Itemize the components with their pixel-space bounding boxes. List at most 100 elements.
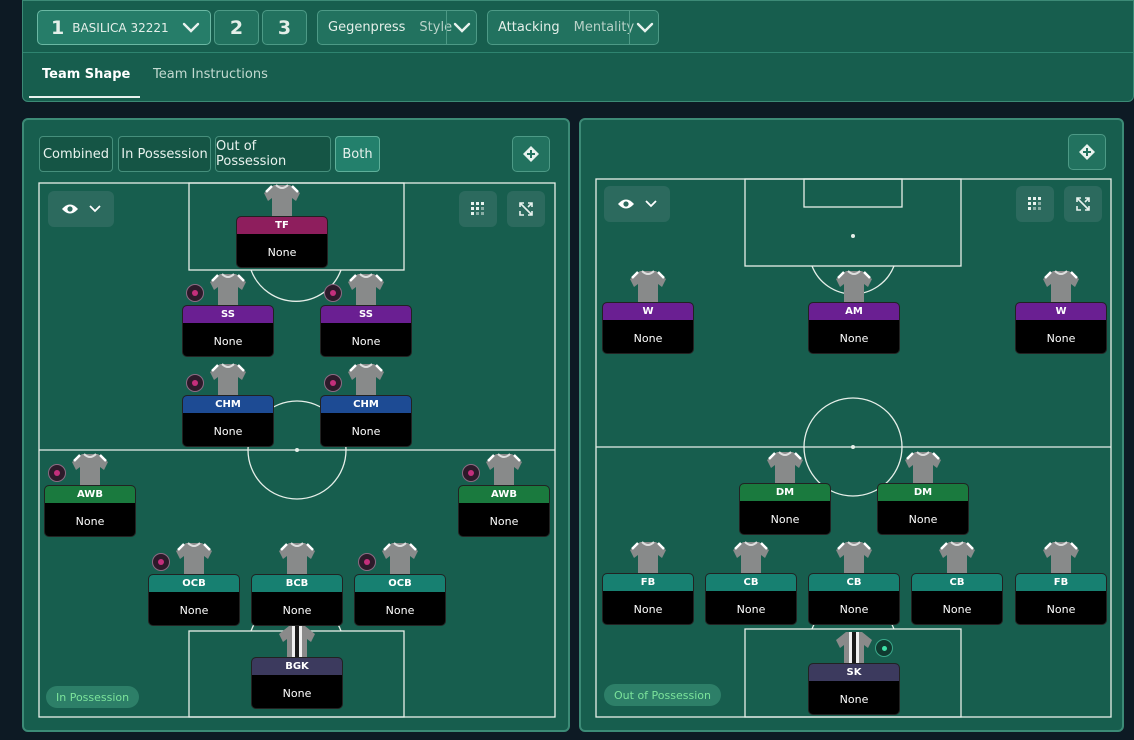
view-mode-out-of-possession[interactable]: Out of Possession bbox=[215, 136, 331, 172]
chevron-down-icon[interactable] bbox=[447, 11, 477, 44]
tab-team-instructions[interactable]: Team Instructions bbox=[153, 67, 268, 82]
player-card-body: SK None bbox=[808, 663, 900, 715]
player-role: DM bbox=[740, 484, 830, 501]
eye-icon bbox=[618, 199, 634, 209]
player-card-w[interactable]: W None bbox=[602, 269, 694, 359]
mentality-label: Mentality bbox=[573, 20, 635, 35]
in-possession-label: In Possession bbox=[46, 686, 140, 708]
duty-icon[interactable] bbox=[358, 553, 376, 571]
tab-team-shape[interactable]: Team Shape bbox=[42, 67, 130, 82]
tactic-slot-3-label: 3 bbox=[277, 16, 292, 39]
duty-icon[interactable] bbox=[186, 374, 204, 392]
visibility-toggle[interactable] bbox=[48, 191, 114, 227]
player-role: SS bbox=[321, 306, 411, 323]
player-card-dm[interactable]: DM None bbox=[877, 450, 969, 540]
player-name: None bbox=[351, 335, 381, 348]
player-card-w[interactable]: W None bbox=[1015, 269, 1107, 359]
expand-pitch-button[interactable] bbox=[507, 191, 545, 227]
player-card-cb[interactable]: CB None bbox=[911, 540, 1003, 630]
grid-view-button[interactable] bbox=[1016, 186, 1054, 222]
player-role: CHM bbox=[321, 396, 411, 413]
tactic-slot-3-button[interactable]: 3 bbox=[262, 10, 307, 45]
header-divider bbox=[23, 52, 1133, 53]
chevron-down-icon[interactable] bbox=[630, 11, 660, 44]
mentality-value: Attacking bbox=[498, 20, 560, 35]
player-role: OCB bbox=[355, 575, 445, 592]
tactic-header: 1 BASILICA 32221 2 3 Gegenpress Style At… bbox=[22, 0, 1134, 102]
player-role: CHM bbox=[183, 396, 273, 413]
player-name: None bbox=[1046, 603, 1076, 616]
duty-icon[interactable] bbox=[152, 553, 170, 571]
player-role: FB bbox=[603, 574, 693, 591]
player-card-ocb[interactable]: OCB None bbox=[354, 541, 446, 631]
player-card-body: OCB None bbox=[354, 574, 446, 626]
swap-icon bbox=[523, 146, 539, 162]
player-card-body: AM None bbox=[808, 302, 900, 354]
style-value: Gegenpress bbox=[328, 20, 406, 35]
style-dropdown[interactable]: Gegenpress Style bbox=[317, 10, 477, 45]
duty-icon[interactable] bbox=[324, 284, 342, 302]
player-name: None bbox=[942, 603, 972, 616]
swap-pitch-button[interactable] bbox=[1068, 134, 1106, 170]
chevron-down-icon bbox=[89, 205, 101, 213]
player-name: None bbox=[908, 513, 938, 526]
player-card-body: AWB None bbox=[458, 485, 550, 537]
player-role: OCB bbox=[149, 575, 239, 592]
player-card-awb[interactable]: AWB None bbox=[458, 452, 550, 542]
duty-icon[interactable] bbox=[48, 464, 66, 482]
mentality-dropdown[interactable]: Attacking Mentality bbox=[487, 10, 659, 45]
player-role: AWB bbox=[459, 486, 549, 503]
expand-pitch-button[interactable] bbox=[1064, 186, 1102, 222]
player-card-ss[interactable]: SS None bbox=[320, 272, 412, 362]
player-card-body: DM None bbox=[739, 483, 831, 535]
player-name: None bbox=[633, 603, 663, 616]
player-card-tf[interactable]: TF None bbox=[236, 183, 328, 273]
tactic-slot-2-button[interactable]: 2 bbox=[214, 10, 259, 45]
player-card-body: FB None bbox=[602, 573, 694, 625]
player-card-fb[interactable]: FB None bbox=[1015, 540, 1107, 630]
duty-icon[interactable] bbox=[875, 639, 893, 657]
player-card-body: CHM None bbox=[182, 395, 274, 447]
player-card-body: TF None bbox=[236, 216, 328, 268]
grid-icon bbox=[471, 202, 484, 215]
view-mode-combined[interactable]: Combined bbox=[39, 136, 113, 172]
player-card-fb[interactable]: FB None bbox=[602, 540, 694, 630]
view-mode-in-possession[interactable]: In Possession bbox=[118, 136, 211, 172]
player-card-chm[interactable]: CHM None bbox=[320, 362, 412, 452]
swap-pitch-button[interactable] bbox=[512, 136, 550, 172]
player-card-body: W None bbox=[602, 302, 694, 354]
player-card-body: SS None bbox=[182, 305, 274, 357]
player-role: SK bbox=[809, 664, 899, 681]
grid-icon bbox=[1028, 197, 1041, 210]
player-role: CB bbox=[706, 574, 796, 591]
player-role: CB bbox=[912, 574, 1002, 591]
duty-icon[interactable] bbox=[462, 464, 480, 482]
player-card-cb[interactable]: CB None bbox=[808, 540, 900, 630]
view-mode-both[interactable]: Both bbox=[335, 136, 380, 172]
tactic-slot-number: 1 bbox=[51, 16, 65, 39]
player-card-ocb[interactable]: OCB None bbox=[148, 541, 240, 631]
player-card-cb[interactable]: CB None bbox=[705, 540, 797, 630]
player-card-chm[interactable]: CHM None bbox=[182, 362, 274, 452]
duty-icon[interactable] bbox=[186, 284, 204, 302]
player-card-body: DM None bbox=[877, 483, 969, 535]
player-card-ss[interactable]: SS None bbox=[182, 272, 274, 362]
player-card-dm[interactable]: DM None bbox=[739, 450, 831, 540]
visibility-toggle[interactable] bbox=[604, 186, 670, 222]
tactic-slot-1-button[interactable]: 1 BASILICA 32221 bbox=[37, 10, 211, 45]
player-name: None bbox=[213, 335, 243, 348]
player-name: None bbox=[1046, 332, 1076, 345]
player-card-am[interactable]: AM None bbox=[808, 269, 900, 359]
player-name: None bbox=[489, 515, 519, 528]
player-card-awb[interactable]: AWB None bbox=[44, 452, 136, 542]
grid-view-button[interactable] bbox=[459, 191, 497, 227]
player-card-bcb[interactable]: BCB None bbox=[251, 541, 343, 631]
chevron-down-icon[interactable] bbox=[176, 11, 206, 44]
player-card-body: CB None bbox=[808, 573, 900, 625]
player-name: None bbox=[213, 425, 243, 438]
player-card-bgk[interactable]: BGK None bbox=[251, 624, 343, 714]
player-card-body: CB None bbox=[705, 573, 797, 625]
player-role: BCB bbox=[252, 575, 342, 592]
duty-icon[interactable] bbox=[324, 374, 342, 392]
player-role: W bbox=[603, 303, 693, 320]
